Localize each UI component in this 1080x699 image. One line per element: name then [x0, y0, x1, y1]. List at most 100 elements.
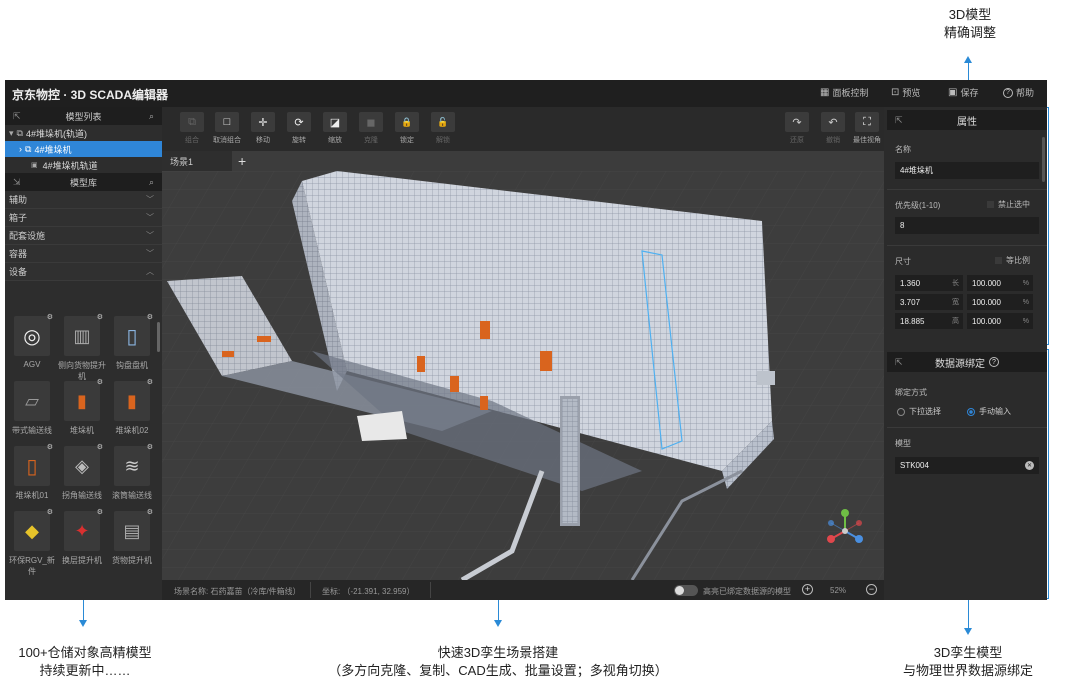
tree-item-label: 4#堆垛机: [34, 144, 72, 155]
tool-group[interactable]: ⧉ 组合: [177, 112, 207, 145]
category-equipment[interactable]: 设备 ︿: [5, 263, 162, 281]
tool-rotate[interactable]: ⟳ 旋转: [284, 112, 314, 145]
properties-scrollbar[interactable]: [1042, 137, 1045, 182]
preview-button[interactable]: ⊡ 预览: [891, 86, 920, 99]
gear-icon: ⚙: [46, 509, 53, 516]
library-item-label: 堆垛机02: [115, 426, 149, 435]
library-item-label: AGV: [23, 360, 41, 369]
tab-scene-1[interactable]: 场景1: [162, 151, 232, 171]
height-value: 18.885: [900, 316, 925, 326]
model-input[interactable]: STK004 ✕: [895, 457, 1039, 474]
tool-clone[interactable]: ◼ 克隆: [356, 112, 386, 145]
library-item-stacker[interactable]: ▮ ⚙ 堆垛机: [57, 379, 107, 436]
category-auxiliary[interactable]: 辅助 ﹀: [5, 191, 162, 209]
move-icon: ✛: [251, 112, 275, 132]
library-scrollbar[interactable]: [157, 322, 160, 352]
collapse-icon[interactable]: ⇱: [895, 115, 903, 126]
help-icon[interactable]: ?: [989, 357, 999, 367]
scene-name-text: 场景名称: 石药嘉苗（冷库/件箱线）: [174, 587, 301, 596]
category-label: 配套设施: [9, 231, 46, 241]
add-scene-button[interactable]: +: [238, 153, 246, 169]
belt-conveyor-icon: ▱: [25, 390, 39, 411]
tool-lock[interactable]: 🔒 锁定: [392, 112, 422, 145]
tree-item-group[interactable]: ▾ ⧉ 4#堆垛机(轨道): [5, 125, 162, 141]
chevron-down-icon[interactable]: ▾: [9, 128, 14, 139]
tool-unlock[interactable]: 🔓 解锁: [428, 112, 458, 145]
bind-mode-label: 绑定方式: [895, 388, 927, 397]
callout-bottom-center-line2: （多方向克隆、复制、CAD生成、批量设置；多视角切换）: [328, 663, 668, 678]
search-icon[interactable]: ⌕: [149, 177, 154, 188]
zoom-in-button[interactable]: +: [802, 584, 813, 595]
tool-label: 旋转: [292, 137, 306, 144]
clone-icon: ◼: [359, 112, 383, 132]
tool-scale[interactable]: ◪ 缩放: [320, 112, 350, 145]
chevron-right-icon[interactable]: ›: [19, 144, 22, 154]
height-unit: 高: [952, 318, 959, 325]
corner-conveyor-icon: ◈: [75, 455, 89, 476]
height-percent-input[interactable]: 100.000%: [967, 313, 1033, 329]
tool-label: 撤销: [826, 137, 840, 144]
tool-best-view[interactable]: ⛶ 最佳视角: [852, 112, 882, 145]
help-button[interactable]: ? 帮助: [1003, 86, 1034, 99]
tab-label: 场景1: [170, 156, 194, 167]
left-panel: ⇱ 模型列表 ⌕ ▾ ⧉ 4#堆垛机(轨道) › ⧉ 4#堆垛机 ▣ 4#堆垛机…: [5, 107, 162, 600]
disable-select-checkbox[interactable]: 禁止选中: [987, 199, 1030, 210]
category-facilities[interactable]: 配套设施 ﹀: [5, 227, 162, 245]
collapse-icon[interactable]: ⇱: [895, 357, 903, 368]
highlight-toggle[interactable]: [674, 585, 698, 596]
radio-dropdown-select[interactable]: 下拉选择: [897, 406, 941, 417]
library-item-corner-conveyor[interactable]: ◈ ⚙ 拐角输送线: [57, 444, 107, 501]
width-input[interactable]: 3.707 宽: [895, 294, 963, 310]
callout-bottom-left-line1: 100+仓储对象高精模型: [18, 645, 152, 660]
connector-line: [498, 599, 499, 621]
tree-item-stacker[interactable]: › ⧉ 4#堆垛机: [5, 141, 162, 157]
category-label: 辅助: [9, 195, 28, 205]
category-containers[interactable]: 容器 ﹀: [5, 245, 162, 263]
callout-bottom-right-line1: 3D孪生模型: [933, 645, 1003, 660]
tool-undo[interactable]: ↶ 撤销: [818, 112, 848, 145]
callout-bottom-left-line2: 持续更新中……: [39, 663, 131, 678]
library-item-cargo-lifter[interactable]: ▤ ⚙ 货物提升机: [107, 509, 157, 566]
collapse-icon[interactable]: ⇱: [13, 111, 21, 122]
library-item-rgv[interactable]: ◆ ⚙ 环保RGV_新件: [7, 509, 57, 577]
save-button[interactable]: ▣ 保存: [948, 86, 978, 99]
tool-move[interactable]: ✛ 移动: [248, 112, 278, 145]
proportional-checkbox[interactable]: 等比例: [995, 255, 1030, 266]
panel-control-menu[interactable]: ▦ 面板控制: [820, 86, 868, 99]
library-item-belt-conveyor[interactable]: ▱ 带式输送线: [7, 381, 57, 436]
clear-icon[interactable]: ✕: [1025, 461, 1034, 470]
height-input[interactable]: 18.885 高: [895, 313, 963, 329]
width-percent-input[interactable]: 100.000%: [967, 294, 1033, 310]
library-item-side-lifter[interactable]: ▥ ⚙ 侧向货物提升机: [57, 314, 107, 382]
group-icon: ⧉: [180, 112, 204, 132]
name-input[interactable]: 4#堆垛机: [895, 162, 1039, 179]
category-boxes[interactable]: 箱子 ﹀: [5, 209, 162, 227]
library-item-disc-machine[interactable]: ▯ ⚙ 钩盘盘机: [107, 314, 157, 371]
scene-3d-canvas[interactable]: [162, 171, 884, 580]
tool-ungroup[interactable]: □ 取消组合: [212, 112, 242, 145]
priority-input[interactable]: 8: [895, 217, 1039, 234]
length-value: 1.360: [900, 278, 921, 288]
radio-manual-input[interactable]: 手动输入: [967, 406, 1011, 417]
roller-conveyor-icon: ≋: [124, 455, 140, 476]
library-item-label: 带式输送线: [12, 426, 52, 435]
library-item-stacker-02[interactable]: ▮ ⚙ 堆垛机02: [107, 379, 157, 436]
unlock-icon: 🔓: [431, 112, 455, 132]
stacker-icon: ▮: [127, 390, 137, 411]
tool-redo[interactable]: ↷ 还原: [782, 112, 812, 145]
scene-viewport[interactable]: ⧉ 组合 □ 取消组合 ✛ 移动 ⟳ 旋转 ◪ 缩放 ◼ 克隆 🔒 锁定 🔓 解锁 ↷ 还原 ↶ 撤…: [162, 107, 884, 600]
length-percent-input[interactable]: 100.000%: [967, 275, 1033, 291]
search-icon[interactable]: ⌕: [149, 111, 154, 122]
undo-icon: ↶: [821, 112, 845, 132]
library-item-roller-conveyor[interactable]: ≋ ⚙ 滚筒输送线: [107, 444, 157, 501]
zoom-out-button[interactable]: −: [866, 584, 877, 595]
gear-icon: ⚙: [146, 444, 153, 451]
lifter-icon: ▥: [73, 325, 91, 346]
tool-label: 移动: [256, 137, 270, 144]
library-item-agv[interactable]: ◎ ⚙ AGV: [7, 314, 57, 369]
expand-icon[interactable]: ⇲: [13, 177, 21, 188]
library-item-layer-lifter[interactable]: ✦ ⚙ 换层提升机: [57, 509, 107, 566]
tree-item-track[interactable]: ▣ 4#堆垛机轨道: [5, 157, 162, 173]
length-input[interactable]: 1.360 长: [895, 275, 963, 291]
library-item-stacker-01[interactable]: ▯ ⚙ 堆垛机01: [7, 444, 57, 501]
